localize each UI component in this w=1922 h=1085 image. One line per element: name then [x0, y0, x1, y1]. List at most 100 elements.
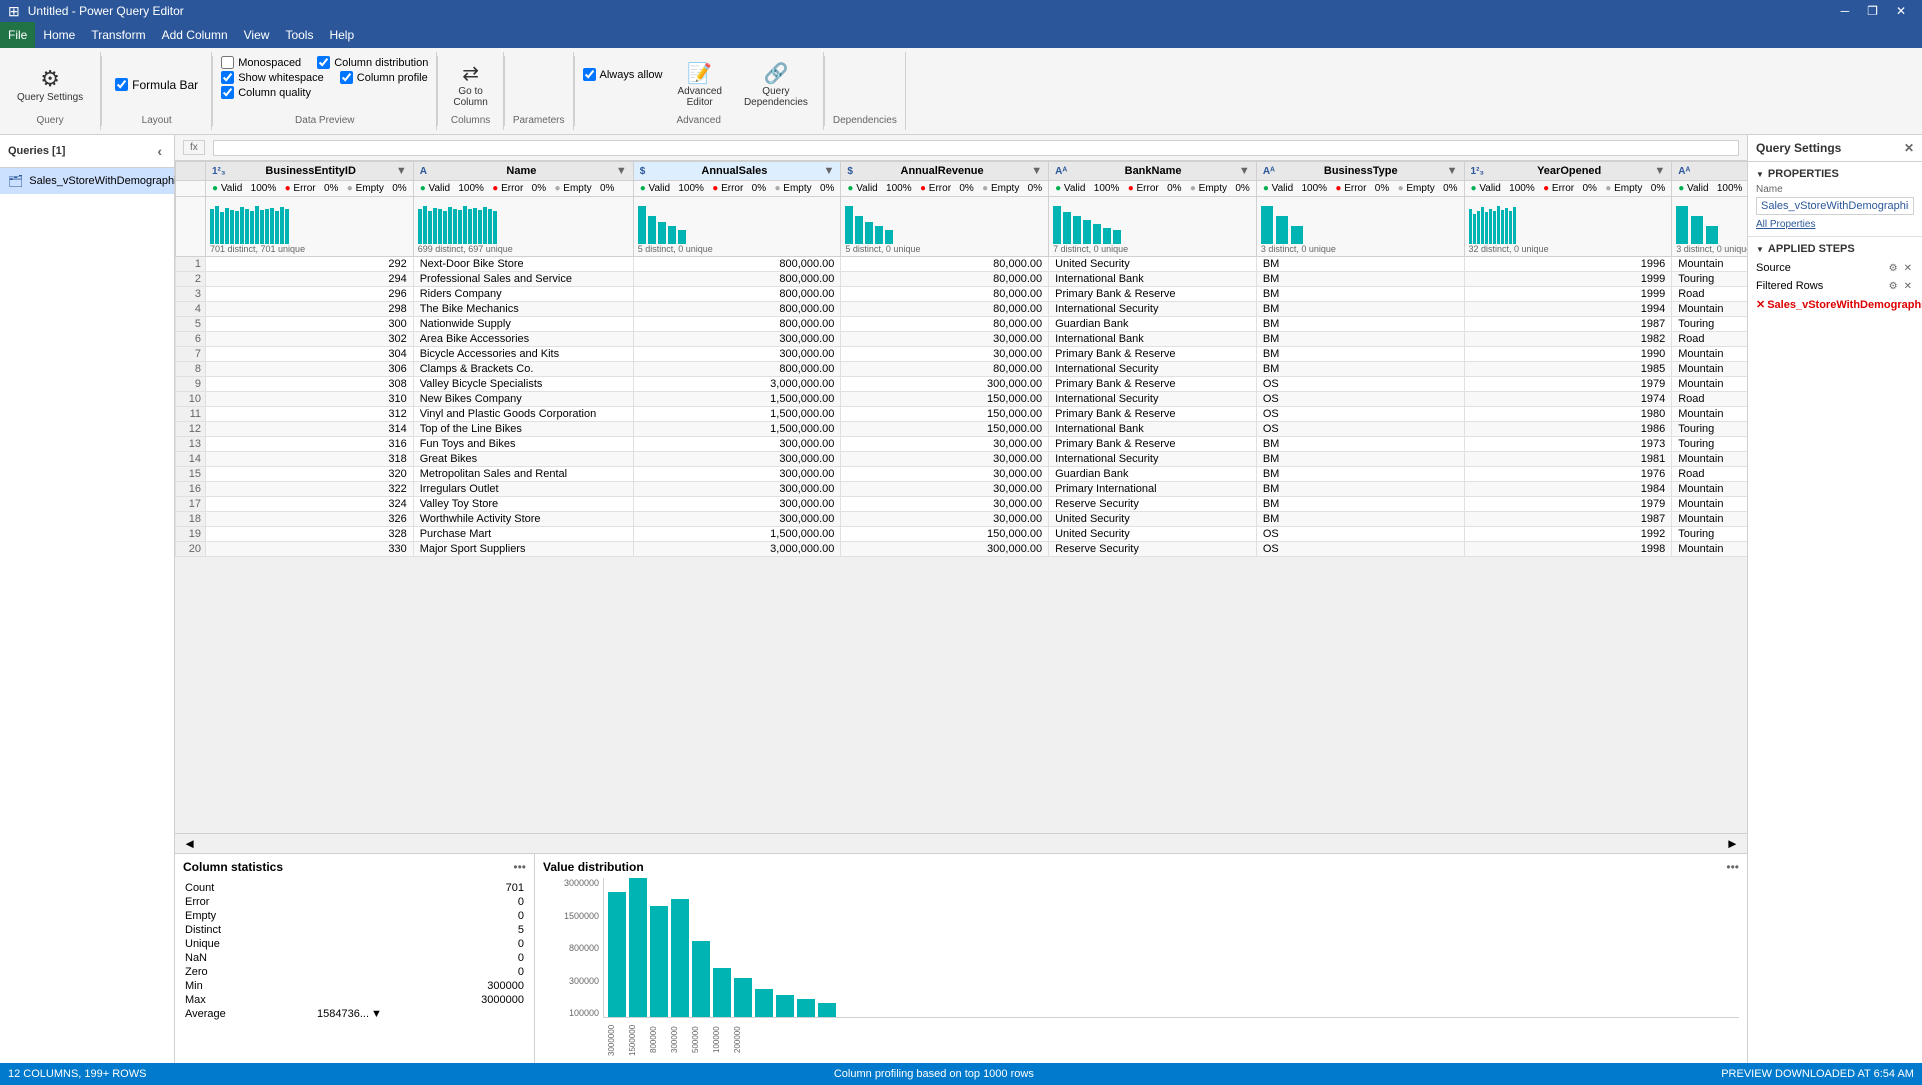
menu-item-view[interactable]: View [236, 22, 278, 48]
column-stats-menu[interactable]: ••• [513, 860, 526, 874]
cell-businesstype: OS [1256, 377, 1464, 392]
title-bar-left: ⊞ Untitled - Power Query Editor [8, 3, 184, 20]
monospaced-checkbox[interactable] [221, 56, 234, 69]
ribbon-group-parameters-title: Parameters [513, 113, 565, 126]
name-filter-icon[interactable]: ▼ [616, 165, 627, 177]
bar-10[interactable] [797, 999, 815, 1017]
annualrevenue-filter-icon[interactable]: ▼ [1031, 165, 1042, 177]
column-distribution-checkbox-label[interactable]: Column distribution [317, 56, 428, 69]
bar-7[interactable] [734, 978, 752, 1017]
cell-yearopened: 1984 [1464, 482, 1672, 497]
close-button[interactable]: ✕ [1888, 0, 1914, 22]
data-area: 1²₃ BusinessEntityID ▼ A Name ▼ [175, 161, 1747, 1063]
query-dependencies-button[interactable]: 🔗 QueryDependencies [737, 56, 815, 113]
cell-specialty: Mountain [1672, 377, 1747, 392]
menu-item-transform[interactable]: Transform [83, 22, 153, 48]
step-filtered-rows[interactable]: Filtered Rows ⚙ ✕ [1756, 277, 1914, 295]
column-distribution-checkbox[interactable] [317, 56, 330, 69]
step-filtered-gear[interactable]: ⚙ [1887, 281, 1900, 292]
show-whitespace-checkbox[interactable] [221, 71, 234, 84]
bar-6[interactable] [713, 968, 731, 1017]
annualsales-filter-icon[interactable]: ▼ [824, 165, 835, 177]
table-row: 2294Professional Sales and Service800,00… [176, 272, 1748, 287]
cell-annualrevenue: 150,000.00 [841, 392, 1049, 407]
formula-bar-input[interactable] [213, 140, 1739, 156]
show-whitespace-checkbox-label[interactable]: Show whitespace [221, 71, 324, 84]
step-source[interactable]: Source ⚙ ✕ [1756, 259, 1914, 277]
value-dist-menu[interactable]: ••• [1726, 860, 1739, 874]
query-settings-button[interactable]: ⚙ Query Settings [8, 61, 92, 108]
formula-bar-checkbox[interactable] [115, 78, 128, 91]
always-allow-checkbox[interactable] [583, 68, 596, 81]
bar-9[interactable] [776, 995, 794, 1017]
formula-bar-toggle[interactable]: Formula Bar [110, 75, 203, 95]
name-prop-input[interactable] [1756, 197, 1914, 215]
column-profile-checkbox-label[interactable]: Column profile [340, 71, 428, 84]
menu-item-file[interactable]: File [0, 22, 35, 48]
always-allow-checkbox-label[interactable]: Always allow [583, 68, 663, 81]
bar-8[interactable] [755, 989, 773, 1017]
stats-expand-icon[interactable]: ▼ [371, 1008, 382, 1020]
queries-header: Queries [1] ‹ [0, 135, 174, 168]
stat-row-count: Count701 [185, 882, 524, 894]
cell-businessentityid: 326 [206, 512, 414, 527]
table-scroll-area[interactable]: 1²₃ BusinessEntityID ▼ A Name ▼ [175, 161, 1747, 833]
step-source-delete[interactable]: ✕ [1902, 263, 1914, 274]
menu-item-addcolumn[interactable]: Add Column [154, 22, 236, 48]
stat-label-min: Min [185, 980, 315, 992]
column-quality-checkbox-label[interactable]: Column quality [221, 86, 311, 99]
stat-row-error: Error0 [185, 896, 524, 908]
bar-3[interactable] [650, 906, 668, 1017]
step-source-name: Source [1756, 262, 1791, 274]
businessentityid-filter-icon[interactable]: ▼ [396, 165, 407, 177]
cell-yearopened: 1996 [1464, 257, 1672, 272]
cell-specialty: Touring [1672, 422, 1747, 437]
bar-chart [603, 878, 1739, 1018]
step-sales-demographics[interactable]: ✕ Sales_vStoreWithDemographics [1756, 295, 1914, 314]
advanced-editor-button[interactable]: 📝 AdvancedEditor [670, 56, 728, 113]
step-filtered-delete[interactable]: ✕ [1902, 281, 1914, 292]
bar-2[interactable] [629, 878, 647, 1017]
stat-value-nan: 0 [317, 952, 524, 964]
businesstype-filter-icon[interactable]: ▼ [1447, 165, 1458, 177]
cell-name: Area Bike Accessories [413, 332, 633, 347]
monospaced-checkbox-label[interactable]: Monospaced [221, 56, 301, 69]
yearopened-filter-icon[interactable]: ▼ [1654, 165, 1665, 177]
bankname-filter-icon[interactable]: ▼ [1239, 165, 1250, 177]
close-query-settings-button[interactable]: ✕ [1904, 141, 1914, 155]
query-item-sales[interactable]: 🗂 Sales_vStoreWithDemographics [0, 168, 174, 194]
y-label-3: 800000 [543, 943, 599, 953]
stat-row-zero: Zero0 [185, 966, 524, 978]
menu-item-home[interactable]: Home [35, 22, 83, 48]
minimize-button[interactable]: ─ [1833, 0, 1858, 22]
bar-1[interactable] [608, 892, 626, 1017]
stat-label-unique: Unique [185, 938, 315, 950]
cell-yearopened: 1979 [1464, 497, 1672, 512]
bar-11[interactable] [818, 1003, 836, 1017]
menu-item-tools[interactable]: Tools [277, 22, 321, 48]
go-to-column-button[interactable]: ⇄ Go toColumn [446, 56, 494, 113]
menu-item-help[interactable]: Help [321, 22, 362, 48]
scroll-left-button[interactable]: ◄ [183, 836, 196, 851]
cell-businessentityid: 322 [206, 482, 414, 497]
column-quality-checkbox[interactable] [221, 86, 234, 99]
cell-annualsales: 800,000.00 [633, 287, 841, 302]
cell-annualsales: 300,000.00 [633, 512, 841, 527]
cell-yearopened: 1985 [1464, 362, 1672, 377]
cell-businessentityid: 316 [206, 437, 414, 452]
quality-cell-annualrevenue: ● Valid 100% ● Error 0% ● Empty 0% [841, 181, 1049, 197]
step-source-gear[interactable]: ⚙ [1887, 263, 1900, 274]
scroll-right-button[interactable]: ► [1726, 836, 1739, 851]
bar-5[interactable] [692, 941, 710, 1017]
cell-businessentityid: 324 [206, 497, 414, 512]
all-properties-link[interactable]: All Properties [1756, 219, 1914, 230]
bar-4[interactable] [671, 899, 689, 1017]
collapse-queries-button[interactable]: ‹ [153, 141, 166, 161]
annualsales-col-name: AnnualSales [649, 165, 819, 177]
restore-button[interactable]: ❐ [1859, 0, 1886, 22]
step-filtered-rows-name: Filtered Rows [1756, 280, 1823, 292]
column-profile-checkbox[interactable] [340, 71, 353, 84]
cell-annualrevenue: 300,000.00 [841, 542, 1049, 557]
properties-section: PROPERTIES Name All Properties [1748, 162, 1922, 237]
cell-bankname: Primary Bank & Reserve [1049, 407, 1257, 422]
